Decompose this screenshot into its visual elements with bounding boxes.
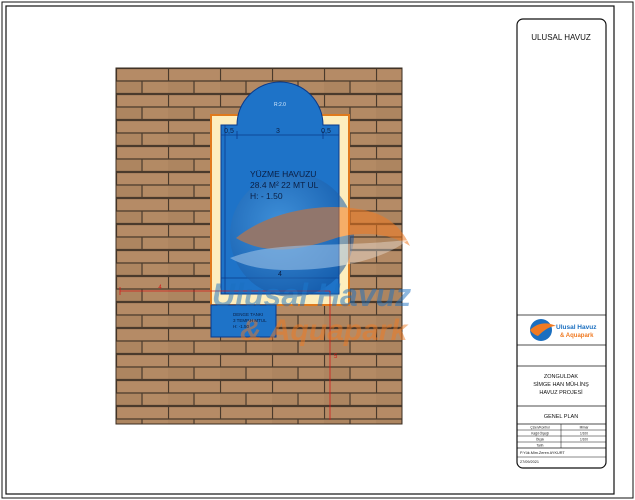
dim-top-right: 0,5 [321,128,331,135]
info-row-2-value: 1/100 [580,432,588,436]
tank-line3: H: -1.50 [233,324,250,329]
drawing-sheet: Ulusal Havuz & Aquapark R:2.0 0,5 3 0,5 … [1,1,634,499]
sheet-name: GENEL PLAN [544,414,578,420]
pool-name: YÜZME HAVUZU [250,169,316,179]
pool-depth: H: - 1.50 [250,191,283,201]
semicircle-label: R:2.0 [274,102,286,108]
logo-line2: & Aquapark [560,333,594,339]
info-row-3-label: Ölçek [536,438,545,442]
revision-text: P.Yük.Mim.Zeren AYKURT [520,451,565,455]
title-block-frame [516,18,607,469]
project-line3: HAVUZ PROJESİ [539,389,583,396]
site-plan: Ulusal Havuz & Aquapark R:2.0 0,5 3 0,5 … [115,67,411,425]
dim-bottom-mid: 4 [278,271,282,278]
title-block: ULUSAL HAVUZ Ulusal Havuz & Aquapark ZON… [516,18,607,469]
tank-line1: DENGE TANKI [233,312,263,317]
info-row-2-label: Kağıt Ölçeği [531,432,549,436]
brand-header: ULUSAL HAVUZ [531,33,591,42]
date-text: 27/09/2021 [520,460,539,464]
watermark-line1: Ulusal Havuz [212,277,411,313]
dim-top-left: 0,5 [224,128,234,135]
project-line2: SİMGE HAN MÜH.İNŞ [533,381,589,388]
logo-line1: Ulusal Havuz [556,324,597,331]
info-row-4-label: Tarih [537,444,544,448]
info-row-1-value: Mimar [580,426,590,430]
tank-line2: 3 TEMP.H MTUL [233,318,267,323]
pool-area: 28.4 M² 22 MT UL [250,180,319,190]
info-row-1-label: Çizen/Kontrol [530,426,549,430]
info-row-3-value: 1/100 [580,438,588,442]
project-line1: ZONGULDAK [544,374,579,380]
dim-top-mid: 3 [276,128,280,135]
